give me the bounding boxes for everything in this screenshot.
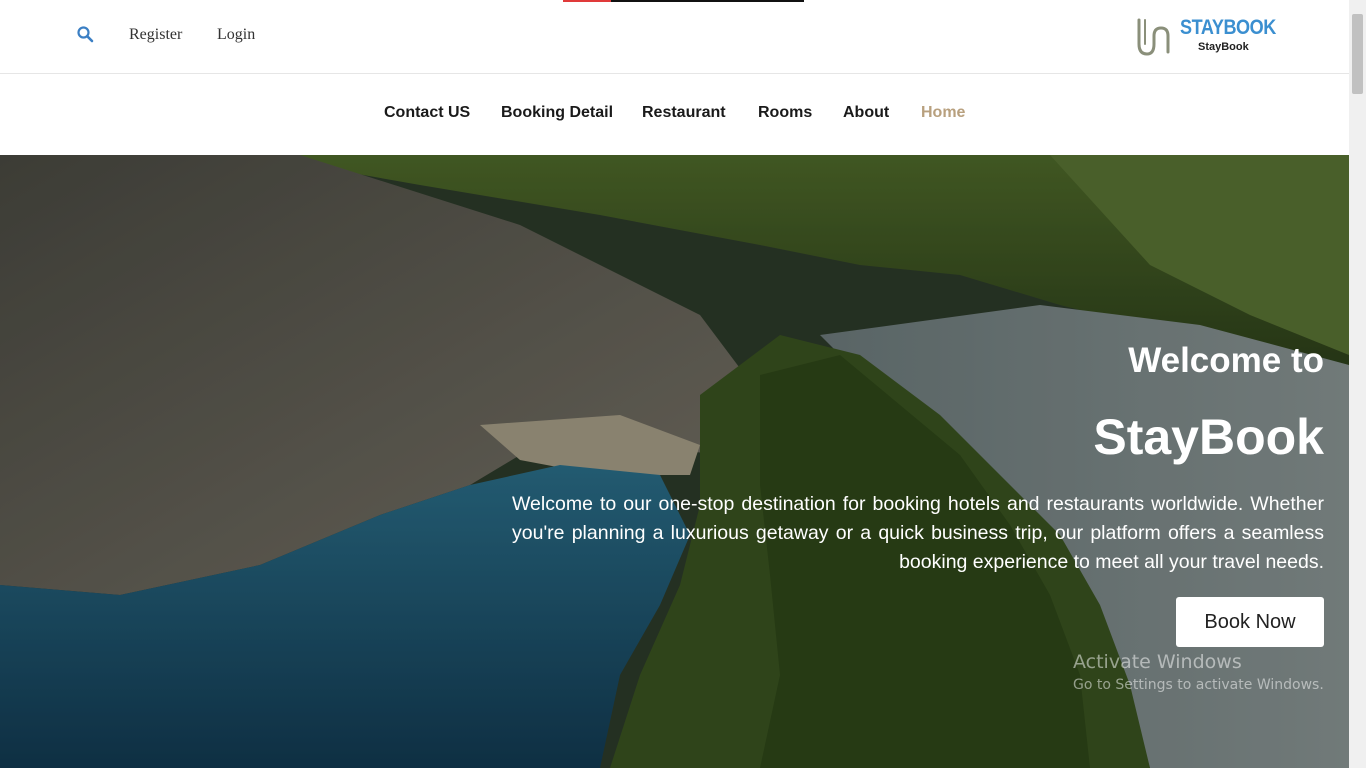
nav-item-home[interactable]: Home xyxy=(921,104,965,122)
top-bar: Register Login STAYBOOK StayBook xyxy=(0,0,1349,74)
page: Register Login STAYBOOK StayBook Contact… xyxy=(0,0,1349,768)
hero-title-line1: Welcome to xyxy=(1128,341,1324,380)
logo-subtitle: StayBook xyxy=(1198,41,1249,53)
loading-progress-bar xyxy=(563,0,804,2)
vertical-scrollbar[interactable] xyxy=(1349,0,1366,768)
scrollbar-thumb[interactable] xyxy=(1352,14,1363,94)
book-now-button[interactable]: Book Now xyxy=(1176,597,1324,647)
logo-mark-icon xyxy=(1137,18,1170,56)
nav-item-restaurant[interactable]: Restaurant xyxy=(642,104,726,122)
logo-title: STAYBOOK xyxy=(1180,16,1276,39)
search-icon[interactable] xyxy=(76,25,96,45)
nav-item-about[interactable]: About xyxy=(843,104,889,122)
nav-item-rooms[interactable]: Rooms xyxy=(758,104,812,122)
windows-activation-subtitle: Go to Settings to activate Windows. xyxy=(1073,677,1324,693)
login-link[interactable]: Login xyxy=(217,26,255,44)
windows-activation-title: Activate Windows xyxy=(1073,651,1242,673)
register-link[interactable]: Register xyxy=(129,26,182,44)
hero-title-line2: StayBook xyxy=(1093,409,1324,465)
nav-item-booking-detail[interactable]: Booking Detail xyxy=(501,104,613,122)
staybook-logo[interactable]: STAYBOOK StayBook xyxy=(1134,14,1276,60)
main-nav: Contact US Booking Detail Restaurant Roo… xyxy=(0,74,1349,155)
hero-description: Welcome to our one-stop destination for … xyxy=(512,493,1324,573)
nav-item-contact-us[interactable]: Contact US xyxy=(384,104,470,122)
